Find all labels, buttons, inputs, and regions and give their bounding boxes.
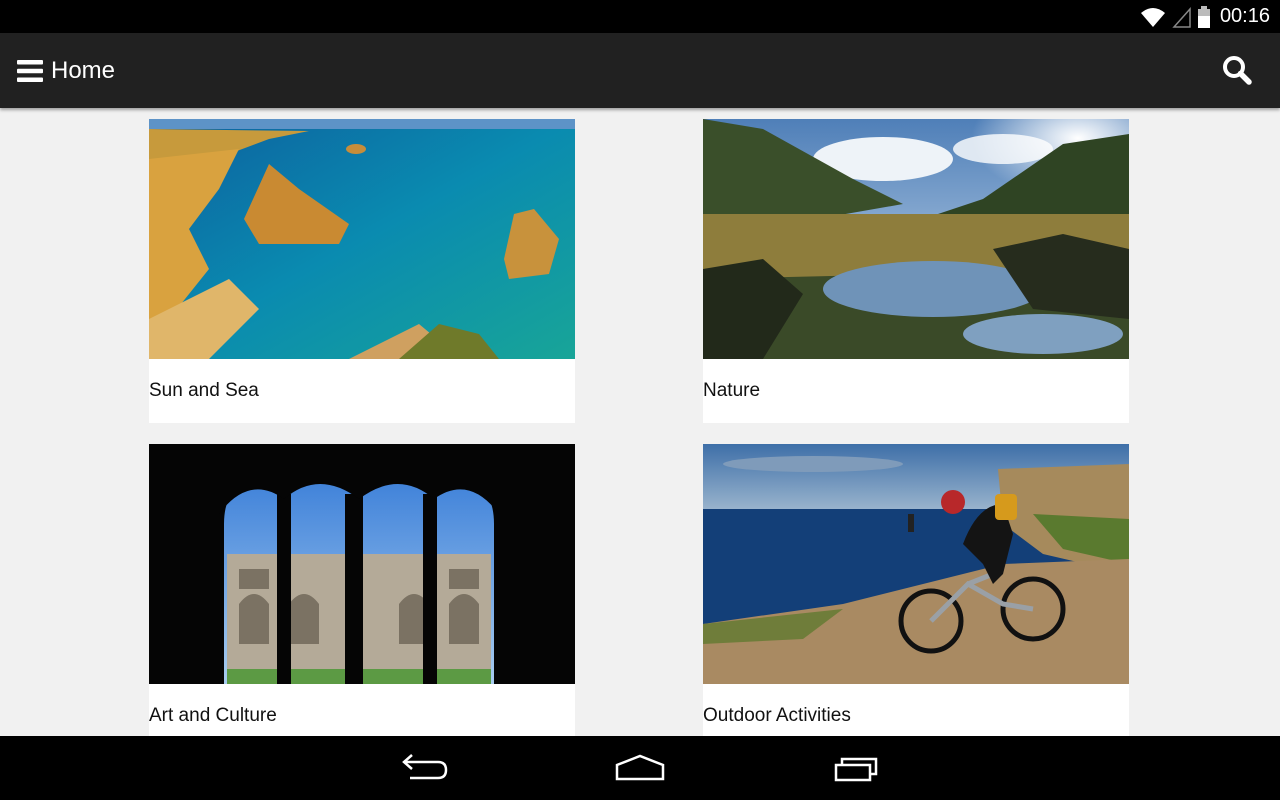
mountain-stream-photo <box>703 119 1129 359</box>
status-time: 00:16 <box>1219 5 1270 27</box>
category-card-art-and-culture[interactable]: Art and Culture <box>149 444 575 748</box>
home-button[interactable] <box>610 748 670 788</box>
category-card-outdoor-activities[interactable]: Outdoor Activities <box>703 444 1129 748</box>
back-button[interactable] <box>394 748 454 788</box>
navigation-bar <box>0 736 1280 800</box>
menu-button[interactable]: Home <box>17 55 115 87</box>
category-card-sun-and-sea[interactable]: Sun and Sea <box>149 119 575 423</box>
status-icons: 00:16 <box>1140 0 1270 33</box>
recent-apps-button[interactable] <box>826 748 886 788</box>
search-icon <box>1223 56 1252 85</box>
mountain-biker-photo <box>703 444 1129 684</box>
status-bar: 00:16 <box>0 0 1280 33</box>
page-title: Home <box>51 57 116 84</box>
hamburger-menu-icon <box>17 60 43 82</box>
back-icon <box>402 754 448 780</box>
coastal-cliffs-photo <box>149 119 575 359</box>
cloister-arches-photo <box>149 444 575 684</box>
app-bar: Home <box>0 33 1280 108</box>
card-label: Nature <box>703 380 761 401</box>
battery-icon <box>1197 5 1210 28</box>
cell-signal-icon <box>1172 6 1191 28</box>
home-icon <box>615 754 665 781</box>
search-button[interactable] <box>1222 55 1254 87</box>
recent-apps-icon <box>834 757 878 782</box>
wifi-icon <box>1140 7 1165 27</box>
category-card-nature[interactable]: Nature <box>703 119 1129 423</box>
card-label: Sun and Sea <box>149 380 259 401</box>
